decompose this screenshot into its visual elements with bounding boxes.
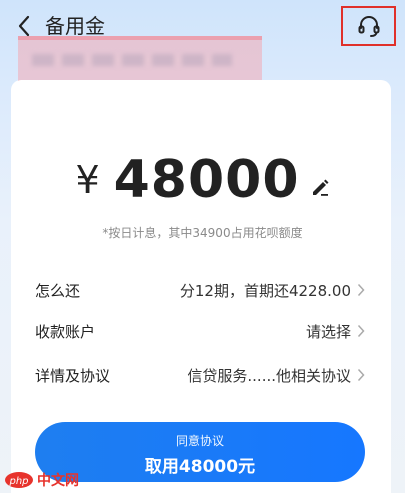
repayment-row[interactable]: 怎么还 分12期，首期还4228.00 [35,275,365,305]
pencil-icon [312,179,329,196]
row-value: 请选择 [305,322,351,341]
loan-amount: 48000 [113,150,300,210]
interest-note: *按日计息，其中34900占用花呗额度 [102,226,303,240]
receiving-account-row[interactable]: 收款账户 请选择 [35,316,365,346]
row-label: 怎么还 [35,281,81,300]
cta-sub-label: 同意协议 [175,434,224,448]
row-value: 分12期，首期还4228.00 [179,281,351,300]
agree-and-borrow-button[interactable]: 同意协议 取用48000元 [35,422,365,482]
cta-main-label: 取用48000元 [144,457,256,477]
row-value: 信贷服务......他相关协议 [187,366,351,385]
currency-symbol: ¥ [75,158,100,202]
php-logo-icon: php [5,472,33,488]
row-label: 收款账户 [35,322,96,341]
redacted-info [18,36,262,84]
chevron-right-icon [357,324,365,338]
details-agreements-row[interactable]: 详情及协议 信贷服务......他相关协议 [35,360,365,390]
chevron-left-icon [18,15,30,37]
row-label: 详情及协议 [35,366,111,385]
chevron-right-icon [357,283,365,297]
chevron-right-icon [357,368,365,382]
watermark: php 中文网 [4,470,79,490]
amount-display: ¥ 48000 [0,150,405,210]
svg-text:php: php [8,476,28,487]
customer-service-button[interactable] [341,6,396,46]
watermark-text: 中文网 [37,473,79,489]
edit-amount-button[interactable] [310,177,330,197]
headset-icon [358,16,379,37]
